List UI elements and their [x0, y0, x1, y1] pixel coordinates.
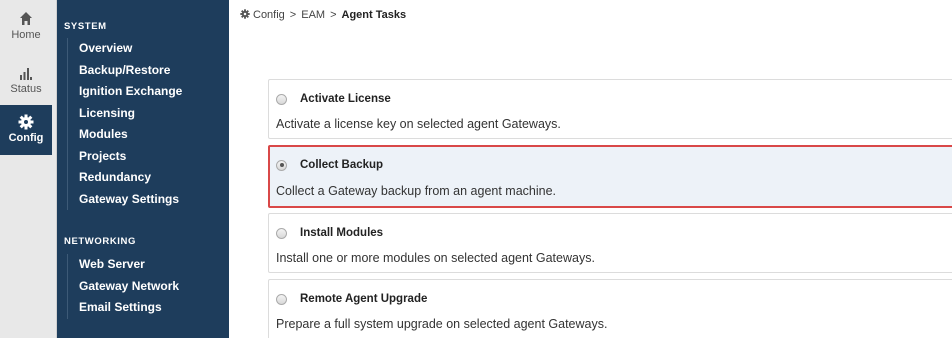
breadcrumb: Config > EAM > Agent Tasks — [240, 9, 406, 21]
nav-list-networking: Web Server Gateway Network Email Setting… — [67, 254, 179, 319]
nav-item-modules[interactable]: Modules — [68, 124, 182, 146]
task-description: Install one or more modules on selected … — [276, 251, 595, 265]
task-radio-remote-agent-upgrade[interactable] — [276, 293, 287, 305]
rail-label-home: Home — [11, 29, 41, 41]
breadcrumb-gear-icon — [240, 9, 250, 19]
rail-item-status[interactable]: Status — [0, 60, 52, 102]
task-radio-install-modules[interactable] — [276, 227, 287, 239]
gear-icon — [18, 114, 34, 130]
breadcrumb-separator: > — [330, 9, 337, 21]
rail-label-status: Status — [10, 83, 42, 95]
task-card-install-modules[interactable]: Install Modules Install one or more modu… — [268, 213, 952, 273]
nav-section-networking: NETWORKING — [64, 236, 136, 247]
rail-item-home[interactable]: Home — [0, 6, 52, 54]
task-card-activate-license[interactable]: Activate License Activate a license key … — [268, 79, 952, 139]
task-card-collect-backup[interactable]: Collect Backup Collect a Gateway backup … — [268, 145, 952, 208]
task-description: Activate a license key on selected agent… — [276, 117, 561, 131]
nav-item-backup-restore[interactable]: Backup/Restore — [68, 60, 182, 82]
task-title: Remote Agent Upgrade — [300, 293, 428, 305]
bar-chart-icon — [20, 68, 32, 80]
task-radio-collect-backup[interactable] — [276, 159, 287, 171]
breadcrumb-agent-tasks: Agent Tasks — [341, 9, 407, 21]
breadcrumb-config[interactable]: Config — [253, 9, 285, 21]
config-nav-panel: SYSTEM Overview Backup/Restore Ignition … — [57, 0, 229, 338]
task-title: Install Modules — [300, 227, 384, 239]
rail-label-config: Config — [8, 132, 44, 144]
task-radio-activate-license[interactable] — [276, 93, 287, 105]
nav-item-email-settings[interactable]: Email Settings — [68, 297, 179, 319]
nav-item-redundancy[interactable]: Redundancy — [68, 167, 182, 189]
nav-item-overview[interactable]: Overview — [68, 38, 182, 60]
nav-item-gateway-network[interactable]: Gateway Network — [68, 276, 179, 298]
icon-rail: Home Status Config — [0, 0, 57, 338]
nav-item-web-server[interactable]: Web Server — [68, 254, 179, 276]
breadcrumb-eam[interactable]: EAM — [301, 9, 325, 21]
nav-item-gateway-settings[interactable]: Gateway Settings — [68, 189, 182, 211]
breadcrumb-separator: > — [289, 9, 297, 21]
nav-item-licensing[interactable]: Licensing — [68, 103, 182, 125]
rail-item-config[interactable]: Config — [0, 105, 52, 155]
task-title: Activate License — [300, 93, 391, 105]
task-description: Collect a Gateway backup from an agent m… — [276, 184, 557, 198]
nav-item-ignition-exchange[interactable]: Ignition Exchange — [68, 81, 182, 103]
nav-list-system: Overview Backup/Restore Ignition Exchang… — [67, 38, 182, 210]
task-title: Collect Backup — [300, 159, 384, 171]
task-description: Prepare a full system upgrade on selecte… — [276, 317, 608, 331]
task-card-remote-agent-upgrade[interactable]: Remote Agent Upgrade Prepare a full syst… — [268, 279, 952, 338]
nav-item-projects[interactable]: Projects — [68, 146, 182, 168]
home-icon — [20, 12, 32, 25]
nav-section-system: SYSTEM — [64, 21, 107, 32]
